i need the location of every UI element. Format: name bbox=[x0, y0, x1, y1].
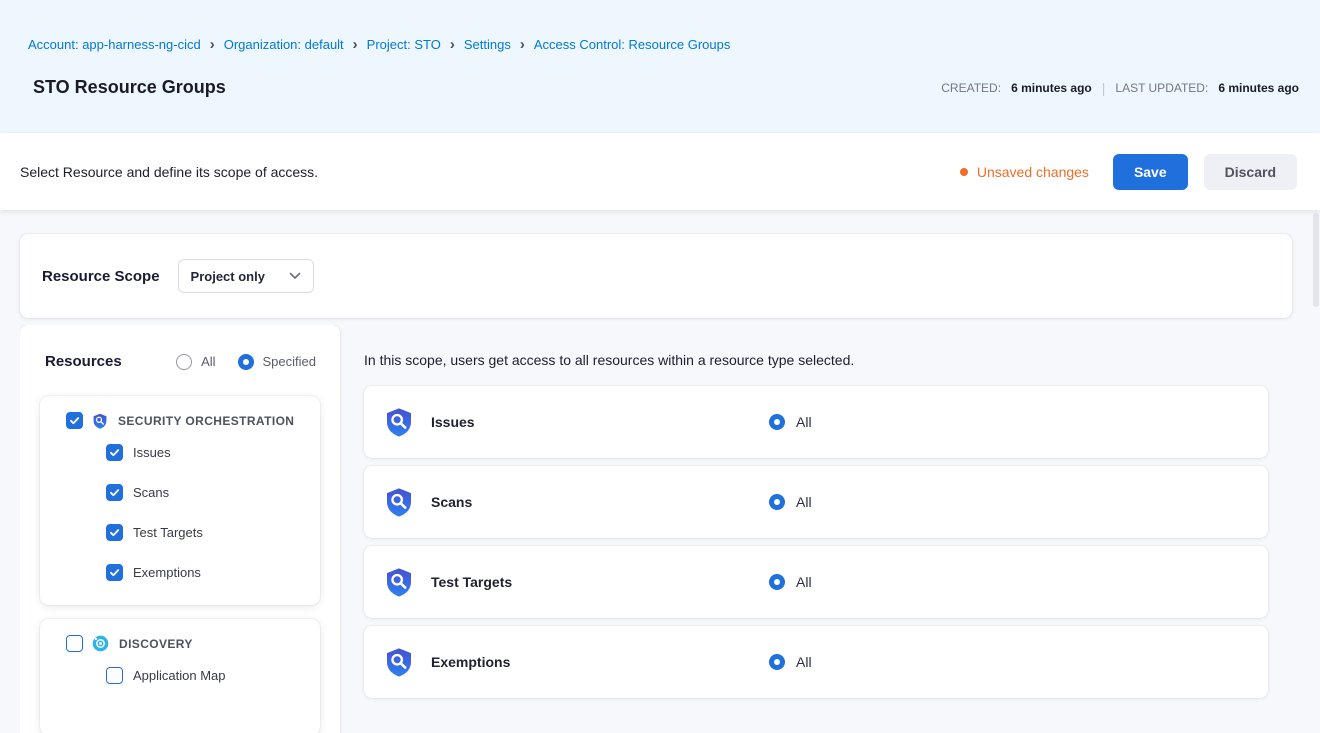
resource-row-title: Test Targets bbox=[431, 574, 512, 590]
access-all-radio[interactable]: All bbox=[769, 654, 812, 670]
resource-row-issues: Issues All bbox=[364, 386, 1268, 458]
access-all-radio[interactable]: All bbox=[769, 414, 812, 430]
access-all-label: All bbox=[796, 494, 812, 510]
resources-mode-specified-radio[interactable]: Specified bbox=[238, 354, 316, 370]
radio-icon[interactable] bbox=[769, 414, 785, 430]
vertical-scrollbar-thumb[interactable] bbox=[1313, 213, 1319, 307]
group-label: DISCOVERY bbox=[119, 637, 193, 651]
discard-button[interactable]: Discard bbox=[1204, 154, 1297, 190]
chevron-right-icon: › bbox=[450, 38, 455, 51]
security-orchestration-checkbox[interactable] bbox=[66, 412, 83, 429]
tree-item-exemptions[interactable]: Exemptions bbox=[55, 552, 305, 592]
tree-item-application-map[interactable]: Application Map bbox=[55, 655, 305, 695]
chevron-right-icon: › bbox=[210, 38, 215, 51]
access-all-radio[interactable]: All bbox=[769, 494, 812, 510]
created-value: 6 minutes ago bbox=[1011, 81, 1092, 95]
radio-icon[interactable] bbox=[176, 354, 192, 370]
chevron-right-icon: › bbox=[520, 38, 525, 51]
resource-scope-selected-value: Project only bbox=[191, 269, 265, 284]
tree-item-label: Issues bbox=[133, 445, 171, 460]
page-header: Account: app-harness-ng-cicd › Organizat… bbox=[0, 0, 1320, 133]
resource-row-exemptions: Exemptions All bbox=[364, 626, 1268, 698]
scans-checkbox[interactable] bbox=[106, 484, 123, 501]
resource-scope-dropdown[interactable]: Project only bbox=[178, 259, 314, 293]
resource-row-title: Exemptions bbox=[431, 654, 510, 670]
radio-icon[interactable] bbox=[769, 654, 785, 670]
resources-title: Resources bbox=[45, 353, 122, 370]
tree-item-issues[interactable]: Issues bbox=[55, 432, 305, 472]
access-all-label: All bbox=[796, 654, 812, 670]
page-body: Resource Scope Project only Resources Al… bbox=[0, 210, 1320, 733]
created-label: CREATED: bbox=[941, 81, 1001, 95]
tree-item-test-targets[interactable]: Test Targets bbox=[55, 512, 305, 552]
resources-panel: Resources All Specified bbox=[20, 325, 340, 733]
resource-row-title: Issues bbox=[431, 414, 475, 430]
timestamps: CREATED: 6 minutes ago | LAST UPDATED: 6… bbox=[941, 80, 1299, 96]
issues-checkbox[interactable] bbox=[106, 444, 123, 461]
resource-row-title: Scans bbox=[431, 494, 472, 510]
shield-search-icon bbox=[384, 567, 414, 597]
resources-mode-all-radio[interactable]: All bbox=[176, 354, 215, 370]
check-icon bbox=[109, 567, 120, 578]
toolbar-description: Select Resource and define its scope of … bbox=[20, 164, 318, 180]
breadcrumb-settings-link[interactable]: Settings bbox=[464, 37, 511, 52]
test-targets-checkbox[interactable] bbox=[106, 524, 123, 541]
tree-item-label: Application Map bbox=[133, 668, 226, 683]
unsaved-changes-label: Unsaved changes bbox=[977, 164, 1089, 180]
shield-search-icon bbox=[384, 487, 414, 517]
application-map-checkbox[interactable] bbox=[106, 667, 123, 684]
tree-item-label: Scans bbox=[133, 485, 169, 500]
access-all-radio[interactable]: All bbox=[769, 574, 812, 590]
discovery-target-icon bbox=[92, 635, 109, 652]
radio-icon[interactable] bbox=[769, 494, 785, 510]
resource-row-test-targets: Test Targets All bbox=[364, 546, 1268, 618]
check-icon bbox=[109, 447, 120, 458]
tree-item-label: Exemptions bbox=[133, 565, 201, 580]
group-label: SECURITY ORCHESTRATION bbox=[118, 414, 294, 428]
radio-icon[interactable] bbox=[238, 354, 254, 370]
page-title: STO Resource Groups bbox=[33, 77, 226, 98]
resource-group-security-orchestration: SECURITY ORCHESTRATION Issues Scans bbox=[40, 396, 320, 605]
meta-divider: | bbox=[1102, 80, 1106, 96]
discovery-checkbox[interactable] bbox=[66, 635, 83, 652]
action-toolbar: Select Resource and define its scope of … bbox=[0, 133, 1320, 210]
access-all-label: All bbox=[796, 574, 812, 590]
check-icon bbox=[109, 487, 120, 498]
resources-mode-specified-label: Specified bbox=[263, 354, 316, 369]
breadcrumb-organization-link[interactable]: Organization: default bbox=[224, 37, 344, 52]
chevron-right-icon: › bbox=[353, 38, 358, 51]
save-button[interactable]: Save bbox=[1113, 154, 1188, 190]
scope-detail-panel: In this scope, users get access to all r… bbox=[364, 325, 1292, 733]
unsaved-changes-indicator: Unsaved changes bbox=[960, 164, 1089, 180]
chevron-down-icon bbox=[289, 272, 301, 280]
last-updated-value: 6 minutes ago bbox=[1218, 81, 1299, 95]
check-icon bbox=[69, 415, 80, 426]
resource-row-scans: Scans All bbox=[364, 466, 1268, 538]
resource-scope-label: Resource Scope bbox=[42, 268, 160, 285]
breadcrumb-project-link[interactable]: Project: STO bbox=[367, 37, 441, 52]
shield-search-icon bbox=[384, 407, 414, 437]
breadcrumb: Account: app-harness-ng-cicd › Organizat… bbox=[28, 0, 1320, 52]
last-updated-label: LAST UPDATED: bbox=[1115, 81, 1208, 95]
tree-item-scans[interactable]: Scans bbox=[55, 472, 305, 512]
resource-group-discovery: DISCOVERY Application Map bbox=[40, 619, 320, 733]
tree-item-label: Test Targets bbox=[133, 525, 203, 540]
unsaved-dot-icon bbox=[960, 168, 968, 176]
access-all-label: All bbox=[796, 414, 812, 430]
shield-search-icon bbox=[384, 647, 414, 677]
shield-search-icon bbox=[92, 413, 108, 429]
scope-description: In this scope, users get access to all r… bbox=[364, 352, 1292, 368]
check-icon bbox=[109, 527, 120, 538]
resources-mode-all-label: All bbox=[201, 354, 215, 369]
breadcrumb-account-link[interactable]: Account: app-harness-ng-cicd bbox=[28, 37, 201, 52]
radio-icon[interactable] bbox=[769, 574, 785, 590]
breadcrumb-resource-groups-link[interactable]: Access Control: Resource Groups bbox=[534, 37, 731, 52]
exemptions-checkbox[interactable] bbox=[106, 564, 123, 581]
resource-scope-card: Resource Scope Project only bbox=[20, 234, 1292, 318]
